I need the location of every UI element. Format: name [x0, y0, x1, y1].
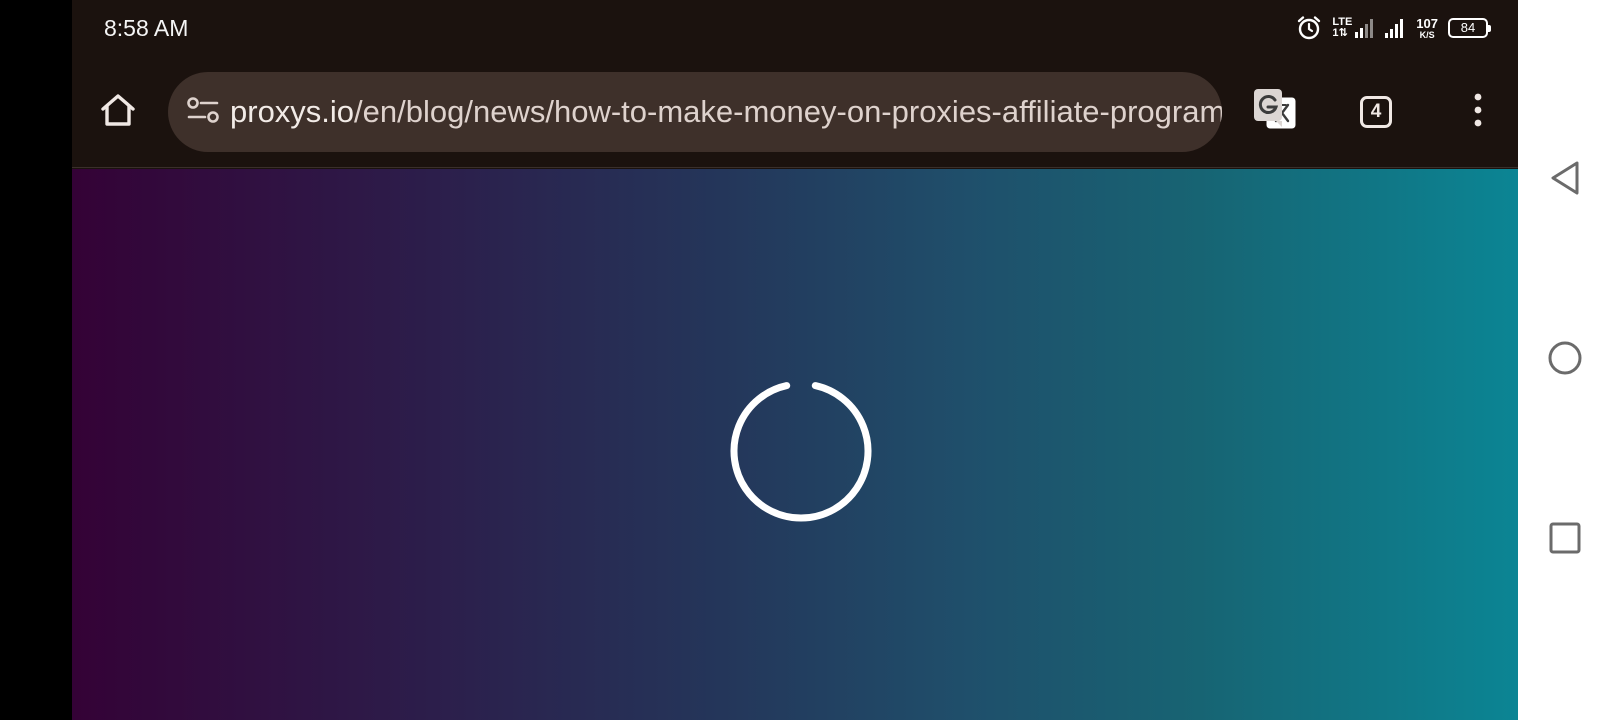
status-bar: 8:58 AM LTE 1⇅ 107 K/S 84 [72, 0, 1518, 56]
status-time: 8:58 AM [104, 15, 189, 41]
battery-icon: 84 [1448, 18, 1491, 38]
tabs-icon: 4 [1360, 96, 1392, 128]
home-nav-button[interactable] [1535, 330, 1595, 390]
recents-icon [1548, 521, 1582, 560]
back-icon [1548, 159, 1582, 202]
phone-screen: 8:58 AM LTE 1⇅ 107 K/S 84 proxys.io/en/b… [72, 0, 1518, 720]
url-host: proxys.io [230, 94, 355, 129]
alarm-icon [1296, 15, 1322, 41]
signal-icon [1384, 17, 1406, 39]
tab-switcher-button[interactable]: 4 [1350, 86, 1402, 138]
home-icon [99, 91, 137, 134]
page-content [72, 169, 1518, 720]
tab-count: 4 [1370, 101, 1382, 122]
home-button[interactable] [94, 84, 142, 140]
network-speed: 107 K/S [1416, 17, 1438, 40]
site-settings-button[interactable] [180, 89, 226, 135]
back-button[interactable] [1535, 150, 1595, 210]
url-bar[interactable]: proxys.io/en/blog/news/how-to-make-money… [168, 72, 1222, 152]
home-circle-icon [1547, 340, 1583, 381]
browser-toolbar: proxys.io/en/blog/news/how-to-make-money… [72, 56, 1518, 168]
translate-icon [1252, 87, 1300, 138]
status-icons: LTE 1⇅ 107 K/S 84 [1296, 14, 1491, 42]
url-text[interactable]: proxys.io/en/blog/news/how-to-make-money… [230, 94, 1222, 130]
translate-button[interactable] [1250, 86, 1302, 138]
system-navigation-bar [1518, 0, 1612, 720]
more-vert-icon [1472, 92, 1484, 133]
recents-button[interactable] [1535, 510, 1595, 570]
network-speed-unit: K/S [1419, 29, 1435, 40]
more-options-button[interactable] [1452, 86, 1504, 138]
loading-spinner-icon [726, 376, 876, 526]
battery-level: 84 [1460, 20, 1476, 35]
left-bezel [0, 0, 72, 720]
url-path: /en/blog/news/how-to-make-money-on-proxi… [354, 94, 1222, 129]
lte-signal-icon: LTE 1⇅ [1332, 17, 1374, 39]
site-settings-icon [186, 95, 220, 130]
network-activity-label: 1⇅ [1332, 27, 1348, 39]
network-speed-value: 107 [1416, 15, 1438, 31]
